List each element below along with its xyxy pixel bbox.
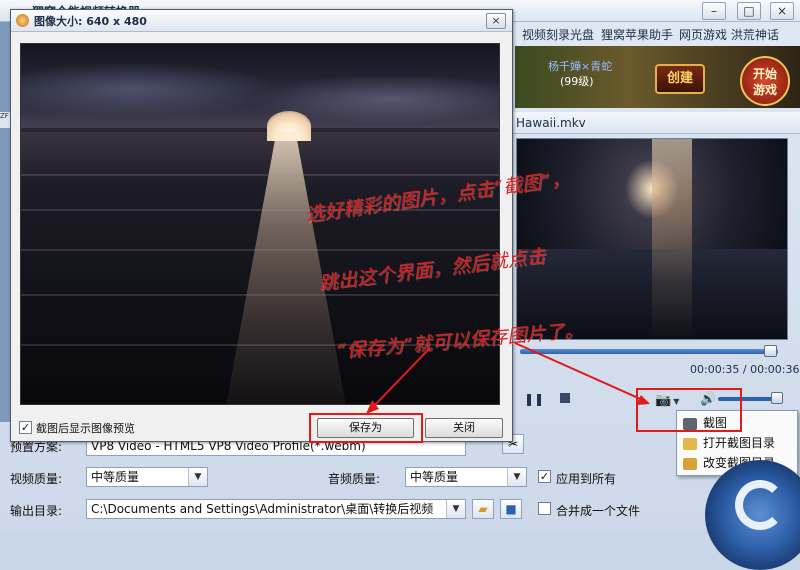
annotation-arrows	[366, 342, 650, 414]
arrow-to-camera	[514, 342, 646, 402]
arrow-head	[636, 395, 650, 405]
arrow-to-save-as	[369, 347, 431, 411]
